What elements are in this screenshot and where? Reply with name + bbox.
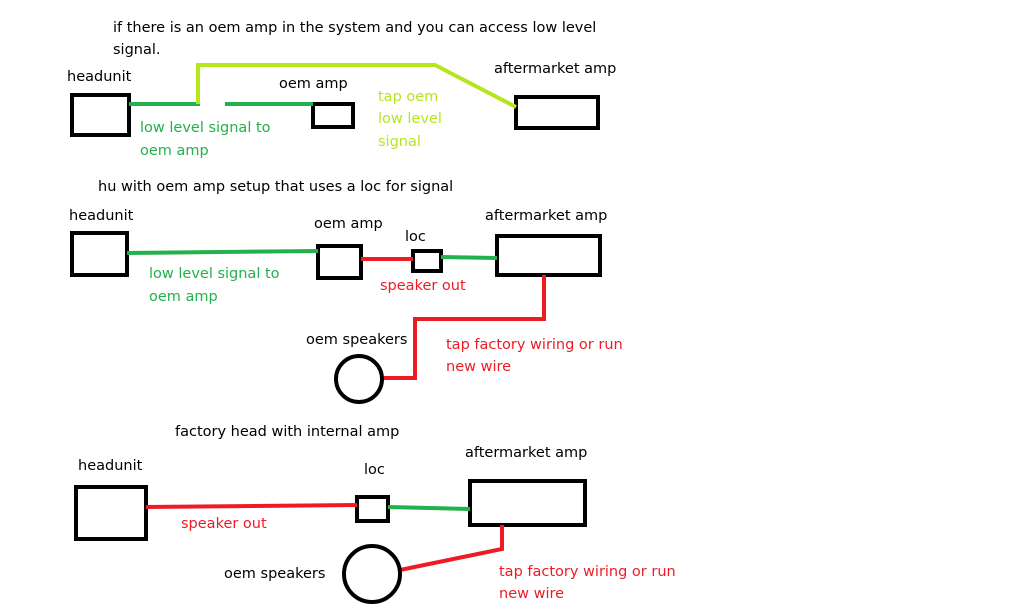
s3-loc-label: loc: [364, 462, 385, 478]
s3-wire-speakers: [399, 525, 504, 572]
s1-title-line2: signal.: [113, 42, 161, 58]
s3-tap-label-line1: tap factory wiring or run: [499, 564, 676, 580]
s2-wire-label-line2: oem amp: [149, 289, 218, 305]
s3-oem-speakers-label: oem speakers: [224, 566, 326, 582]
s1-wire-label-line1: low level signal to: [140, 120, 271, 136]
s2-loc-box: [411, 249, 443, 273]
s1-tap-wire: [196, 63, 517, 109]
s1-tap-label-line1: tap oem: [378, 89, 439, 105]
s1-oem-amp-box: [311, 102, 355, 129]
s3-speaker-out-label: speaker out: [181, 516, 267, 532]
s2-wire-label-line1: low level signal to: [149, 266, 280, 282]
s1-oem-amp-label: oem amp: [279, 76, 348, 92]
s3-headunit-label: headunit: [78, 458, 143, 474]
s3-tap-label-line2: new wire: [499, 586, 565, 602]
s2-oem-amp-box: [316, 244, 363, 280]
s3-wire-speaker-out: [145, 503, 358, 509]
s1-wire-label-line2: oem amp: [140, 143, 209, 159]
s2-headunit-label: headunit: [69, 208, 134, 224]
s3-wire-loc-amp: [387, 505, 471, 511]
s2-wire-headunit-oem: [126, 249, 319, 255]
s1-aftermarket-amp-box: [514, 95, 600, 130]
s1-headunit-label: headunit: [67, 69, 132, 85]
s3-aftermarket-amp-label: aftermarket amp: [465, 445, 588, 461]
s2-headunit-box: [70, 231, 129, 277]
s1-headunit-box: [70, 93, 131, 137]
s1-aftermarket-amp-label: aftermarket amp: [494, 61, 617, 77]
s2-aftermarket-amp-box: [495, 234, 602, 277]
s3-loc-box: [355, 495, 390, 523]
s2-aftermarket-amp-label: aftermarket amp: [485, 208, 608, 224]
s3-oem-speaker-circle: [342, 544, 402, 604]
s2-tap-label-line1: tap factory wiring or run: [446, 337, 623, 353]
s2-wire-loc-amp: [440, 255, 498, 260]
s2-oem-speaker-circle: [334, 354, 384, 404]
s2-title: hu with oem amp setup that uses a loc fo…: [98, 179, 454, 195]
s3-headunit-box: [74, 485, 148, 541]
s2-speaker-out-label: speaker out: [380, 278, 466, 294]
s2-tap-label-line2: new wire: [446, 359, 512, 375]
s2-oem-amp-label: oem amp: [314, 216, 383, 232]
s2-loc-label: loc: [405, 229, 426, 245]
s3-title: factory head with internal amp: [175, 424, 400, 440]
s1-title-line1: if there is an oem amp in the system and…: [113, 20, 597, 36]
s1-tap-label-line2: low level: [378, 111, 442, 127]
s3-aftermarket-amp-box: [468, 479, 587, 527]
s1-tap-label-line3: signal: [378, 134, 421, 150]
s2-oem-speakers-label: oem speakers: [306, 332, 408, 348]
